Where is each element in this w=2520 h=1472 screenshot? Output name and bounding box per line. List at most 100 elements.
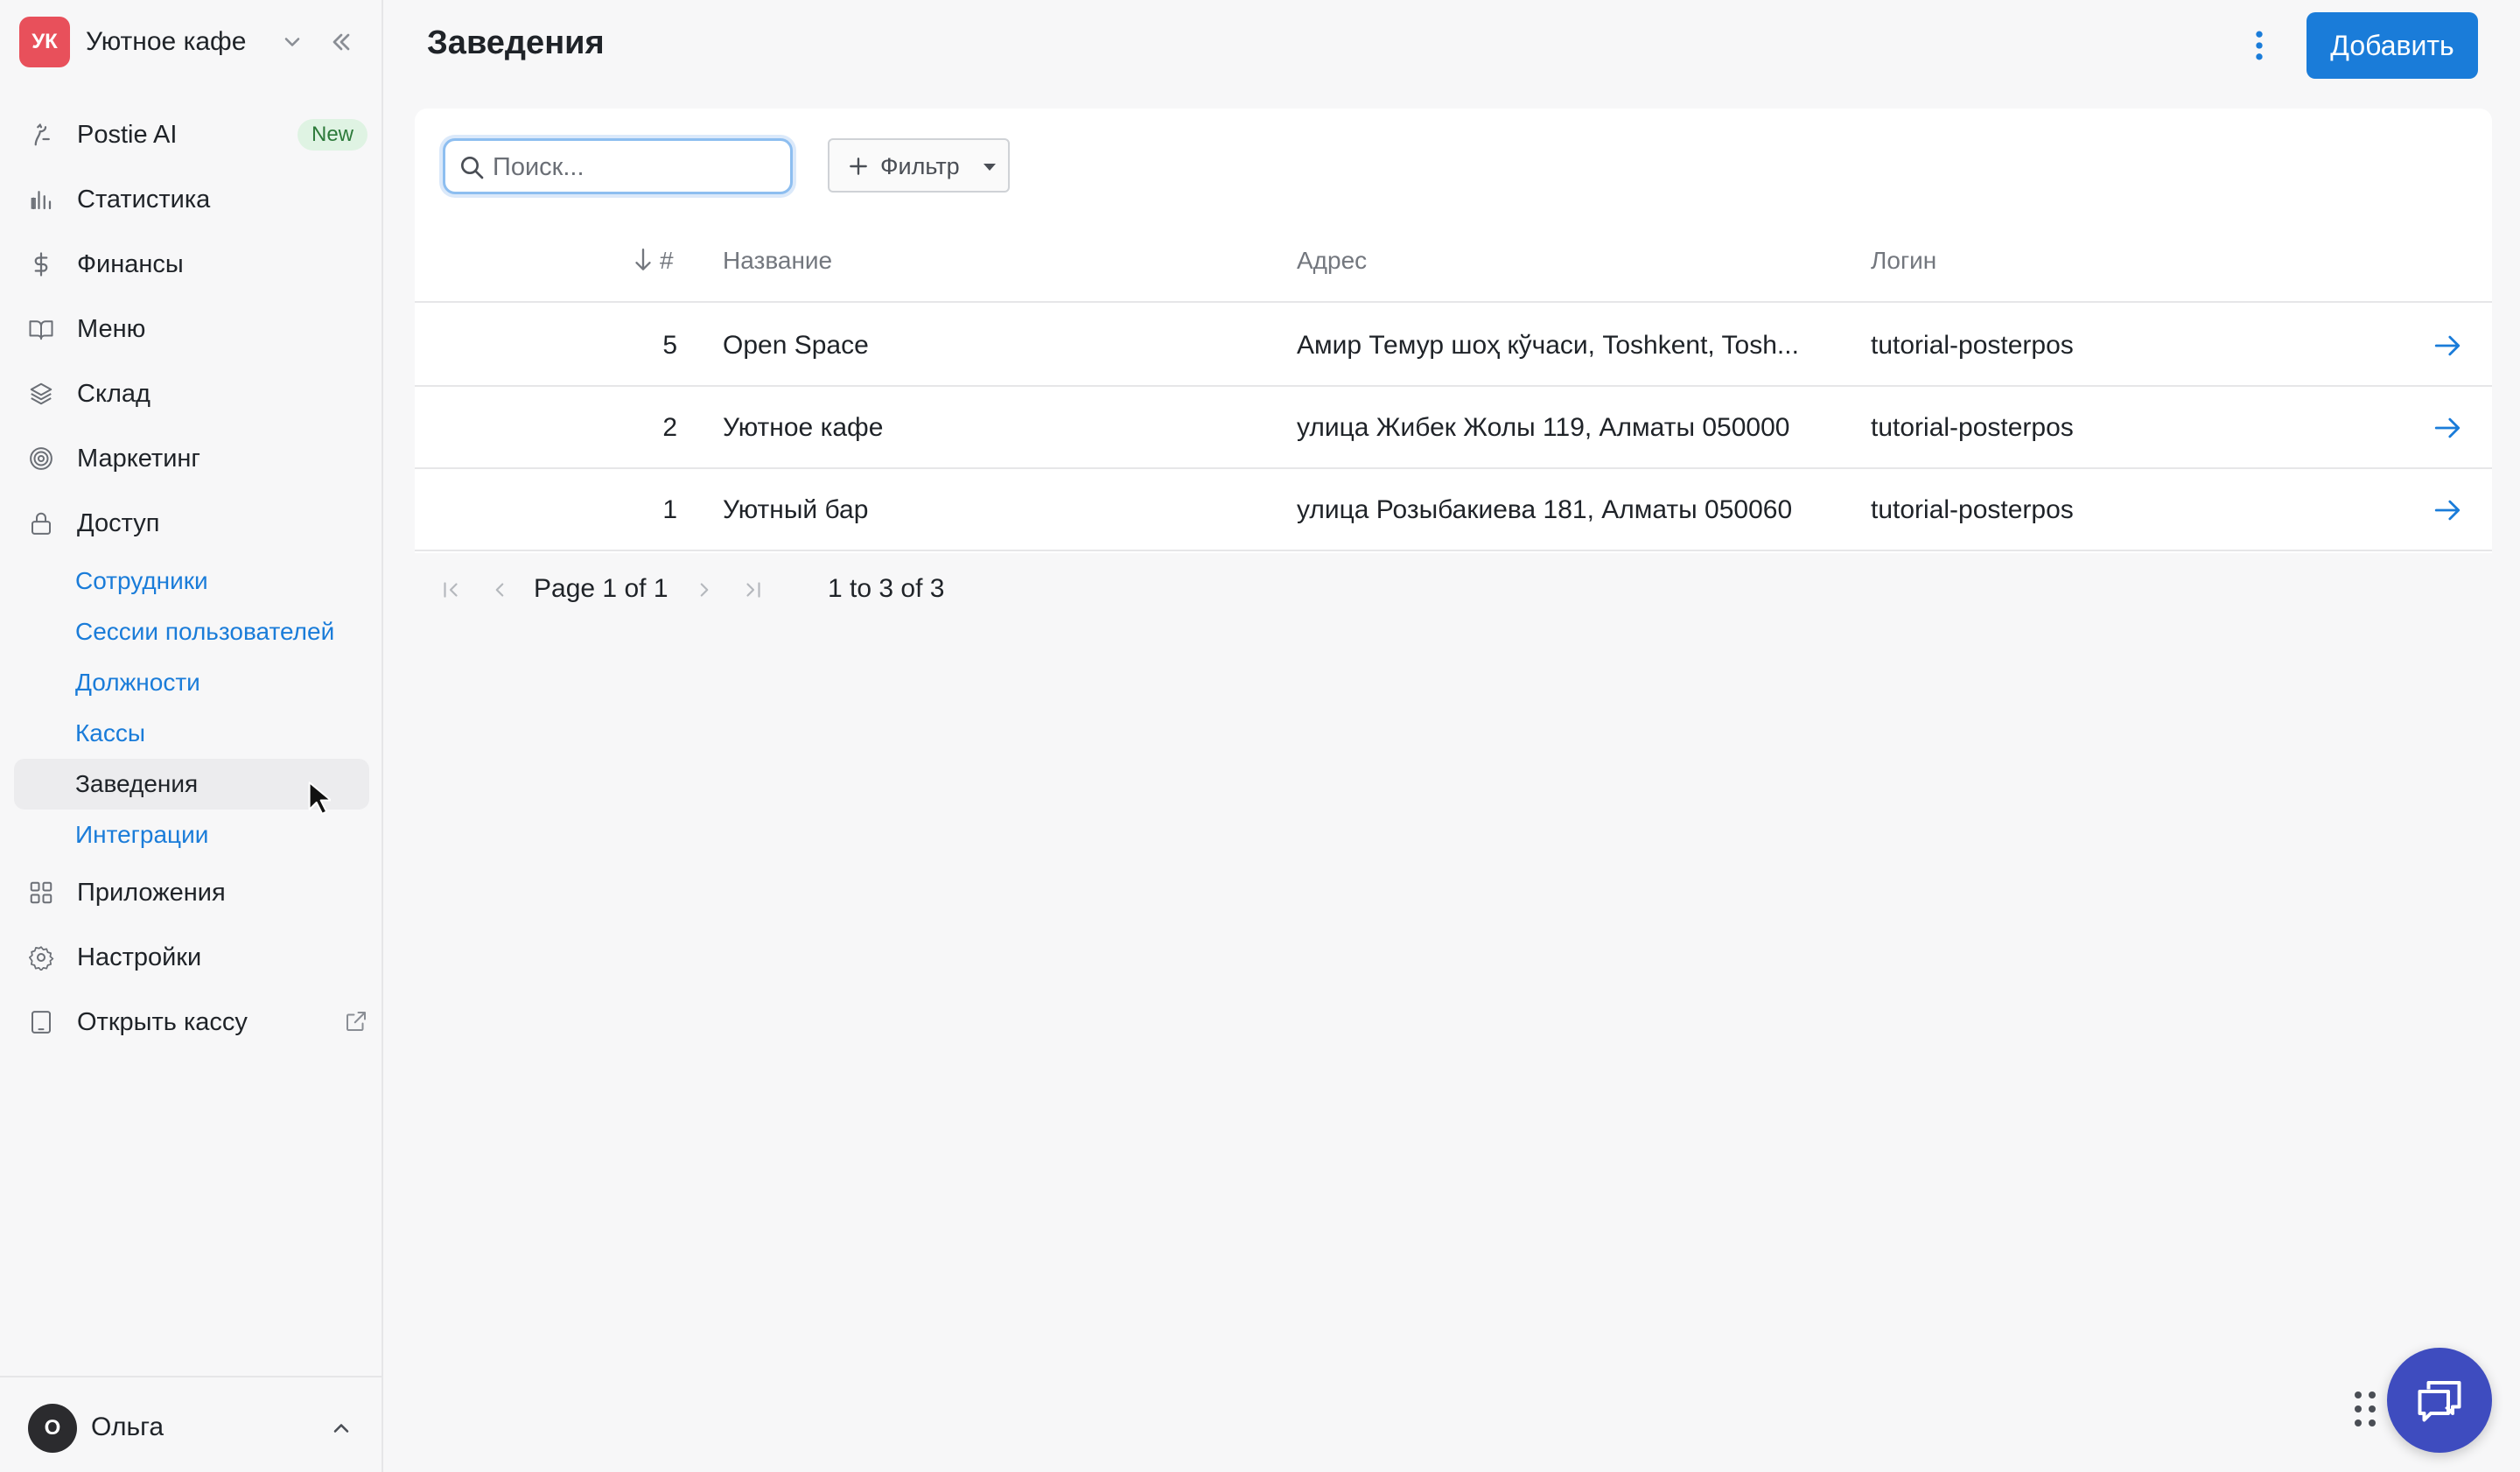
lock-icon (32, 512, 51, 535)
sidebar-subitem-employees[interactable]: Сотрудники (14, 556, 369, 606)
next-page-icon[interactable] (693, 578, 716, 602)
bar-chart-icon (31, 191, 52, 210)
sidebar-item-settings[interactable]: Настройки (14, 931, 369, 984)
layers-icon (30, 382, 52, 405)
sidebar-subitem-positions[interactable]: Должности (14, 657, 369, 708)
cell-address: Амир Темур шоҳ кўчаси, Toshkent, Tosh... (1297, 331, 1799, 360)
grid-icon (30, 881, 52, 904)
arrow-right-icon[interactable] (2432, 413, 2462, 443)
column-header-login[interactable]: Логин (1871, 247, 1936, 275)
sidebar-subitem-label: Интеграции (75, 821, 209, 848)
add-button[interactable]: Добавить (2306, 12, 2478, 79)
last-page-icon[interactable] (742, 578, 765, 602)
sidebar-subitem-integrations[interactable]: Интеграции (14, 810, 369, 860)
sidebar-item-label: Настройки (77, 943, 202, 971)
sidebar-item-menu[interactable]: Меню (14, 303, 369, 355)
search-input[interactable] (493, 148, 773, 186)
cell-name: Уютное кафе (723, 413, 884, 442)
sidebar-item-open-register[interactable]: Открыть кассу (14, 996, 369, 1048)
cell-address: улица Розыбакиева 181, Алматы 050060 (1297, 495, 1793, 524)
sidebar-subitem-label: Заведения (75, 770, 199, 797)
sidebar-item-label: Статистика (77, 185, 211, 214)
target-icon (30, 447, 52, 470)
cell-id: 2 (662, 413, 677, 442)
column-header-name[interactable]: Название (723, 247, 832, 275)
brand-avatar: УК (19, 17, 70, 67)
sidebar-item-label: Postie AI (77, 120, 178, 149)
arrow-right-icon[interactable] (2432, 495, 2462, 525)
column-header-address[interactable]: Адрес (1297, 247, 1367, 275)
cell-login: tutorial-posterpos (1871, 413, 2074, 442)
sidebar-subitem-label: Кассы (75, 719, 146, 747)
caret-down-icon (984, 164, 996, 171)
sidebar-item-access[interactable]: Доступ (14, 497, 369, 550)
sort-descending-icon[interactable] (632, 247, 654, 273)
sidebar-item-finance[interactable]: Финансы (14, 238, 369, 291)
brand-name: Уютное кафе (86, 27, 247, 56)
of-word: of (624, 574, 647, 603)
sidebar-item-label: Открыть кассу (77, 1007, 248, 1036)
postie-ai-icon (34, 123, 50, 146)
sidebar-item-label: Склад (77, 379, 150, 408)
sidebar-item-marketing[interactable]: Маркетинг (14, 432, 369, 485)
dollar-icon (34, 252, 48, 277)
venue-switcher[interactable]: УК Уютное кафе (19, 17, 364, 67)
search-icon (461, 157, 484, 179)
plus-icon (850, 158, 867, 175)
book-icon (29, 320, 53, 340)
chevron-up-icon[interactable] (329, 1416, 354, 1440)
sidebar-item-postie-ai[interactable]: Postie AI New (14, 109, 369, 161)
sidebar-subitem-registers[interactable]: Кассы (14, 708, 369, 759)
sidebar-subitem-user-sessions[interactable]: Сессии пользователей (14, 606, 369, 657)
cell-name: Уютный бар (723, 495, 869, 524)
column-header-id[interactable]: # (660, 247, 674, 275)
new-badge: New (297, 119, 368, 151)
page-total: 1 (653, 574, 668, 603)
cell-id: 1 (662, 495, 677, 524)
sidebar-subitem-label: Должности (75, 669, 200, 696)
cell-login: tutorial-posterpos (1871, 495, 2074, 524)
collapse-sidebar-icon[interactable] (327, 28, 355, 56)
cell-login: tutorial-posterpos (1871, 331, 2074, 360)
sidebar-item-label: Приложения (77, 878, 226, 907)
sidebar-item-label: Доступ (77, 508, 160, 537)
page-current: 1 (602, 574, 618, 603)
drag-handle-icon[interactable] (2352, 1390, 2378, 1428)
sidebar: УК Уютное кафе Postie AI New Статистика … (0, 0, 383, 1472)
table-row[interactable]: 2 Уютное кафе улица Жибек Жолы 119, Алма… (415, 387, 2492, 469)
prev-page-icon[interactable] (488, 578, 511, 602)
first-page-icon[interactable] (439, 578, 462, 602)
table-row[interactable]: 5 Open Space Амир Темур шоҳ кўчаси, Tosh… (415, 305, 2492, 387)
page-indicator: Page 1 of 1 (534, 574, 668, 604)
sidebar-item-label: Финансы (77, 249, 184, 278)
cell-id: 5 (662, 331, 677, 360)
sidebar-item-warehouse[interactable]: Склад (14, 368, 369, 420)
chevron-down-icon[interactable] (280, 30, 304, 54)
sidebar-subitem-label: Сессии пользователей (75, 618, 335, 645)
filter-button[interactable]: Фильтр (828, 138, 1010, 193)
tablet-icon (32, 1011, 51, 1034)
page-word: Page (534, 574, 596, 603)
chat-icon (2418, 1381, 2461, 1422)
page-title: Заведения (427, 25, 605, 61)
arrow-right-icon[interactable] (2432, 331, 2462, 361)
chat-support-button[interactable] (2387, 1348, 2492, 1453)
search-box[interactable] (443, 138, 793, 194)
pagination: Page 1 of 1 1 to 3 of 3 (415, 560, 1202, 621)
sidebar-subitem-label: Сотрудники (75, 567, 208, 594)
mouse-cursor-icon (308, 782, 331, 815)
cell-address: улица Жибек Жолы 119, Алматы 050000 (1297, 413, 1790, 442)
table-row[interactable]: 1 Уютный бар улица Розыбакиева 181, Алма… (415, 469, 2492, 551)
sidebar-item-statistics[interactable]: Статистика (14, 173, 369, 226)
more-options-icon[interactable] (2240, 26, 2278, 65)
gear-icon (29, 946, 54, 971)
cell-name: Open Space (723, 331, 869, 360)
venues-table-card: Фильтр # Название Адрес Логин 5 Open Spa… (415, 109, 2492, 553)
user-name: Ольга (91, 1412, 164, 1441)
sidebar-item-apps[interactable]: Приложения (14, 866, 369, 919)
sidebar-item-label: Меню (77, 314, 146, 343)
user-menu[interactable]: О Ольга (0, 1376, 382, 1472)
avatar: О (28, 1404, 77, 1453)
row-range: 1 to 3 of 3 (828, 574, 945, 603)
external-link-icon (346, 1012, 366, 1031)
